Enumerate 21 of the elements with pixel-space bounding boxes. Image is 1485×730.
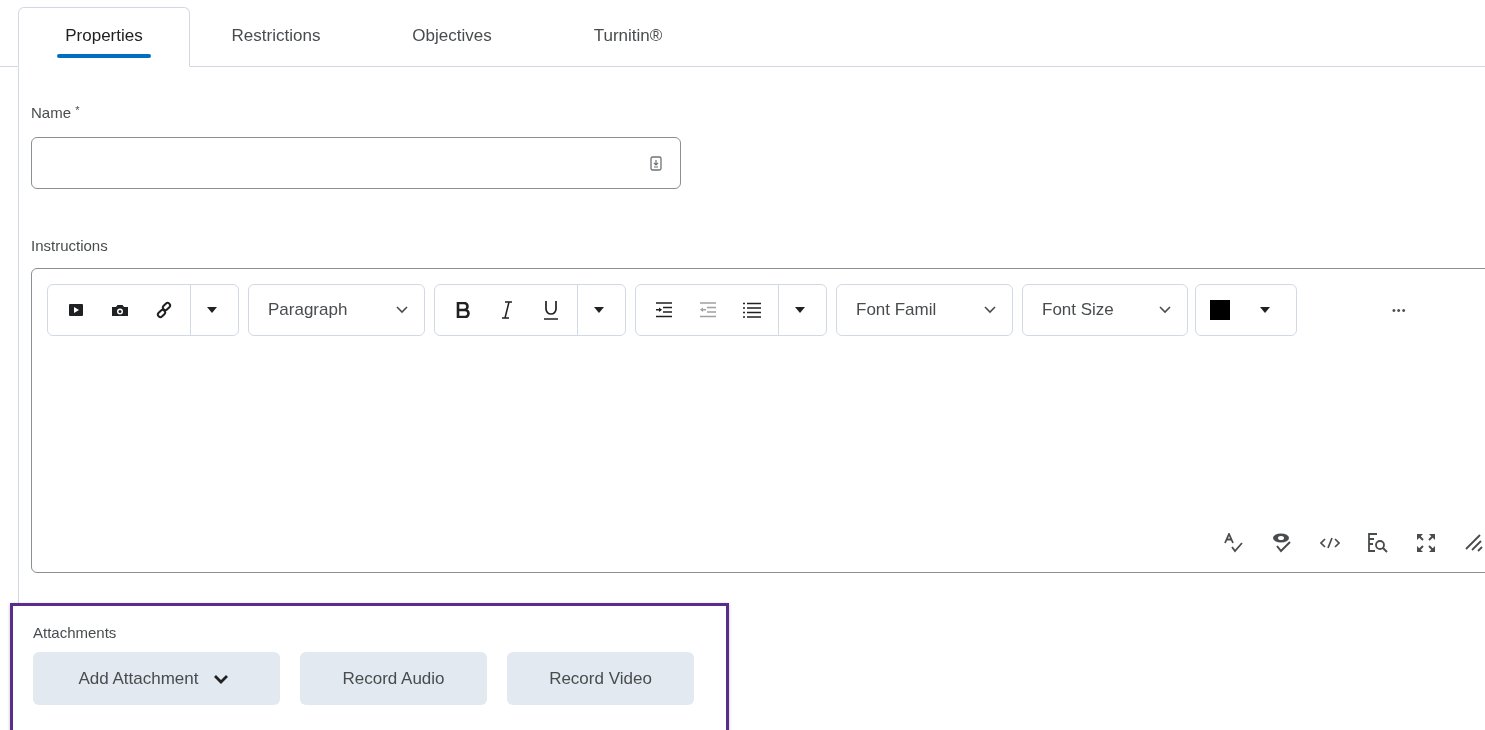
chevron-down-icon bbox=[984, 306, 996, 314]
caret-icon bbox=[1260, 307, 1270, 313]
format-select[interactable]: Paragraph bbox=[248, 284, 425, 336]
menu-button[interactable]: Add Attachment bbox=[33, 652, 280, 705]
field-label: Name * bbox=[31, 104, 81, 123]
color-swatch bbox=[1210, 300, 1230, 320]
name-field[interactable] bbox=[31, 137, 681, 189]
chevron-down-icon bbox=[212, 673, 229, 684]
section-label: Attachments bbox=[33, 624, 118, 643]
field-label: Instructions bbox=[31, 237, 109, 256]
action-button[interactable]: Record Audio bbox=[300, 652, 487, 705]
more-button[interactable]: ••• bbox=[1388, 300, 1411, 320]
document-icon[interactable] bbox=[650, 155, 662, 171]
action-button[interactable]: Record Video bbox=[507, 652, 694, 705]
font-size-select[interactable]: Font Size bbox=[1022, 284, 1188, 336]
font-family-select[interactable]: Font Famil bbox=[836, 284, 1013, 336]
text-editor[interactable]: Paragraph Font Famil Font Size ••• bbox=[31, 268, 1485, 573]
tab[interactable]: Properties bbox=[18, 7, 190, 67]
chevron-down-icon bbox=[396, 306, 408, 314]
font-color-button[interactable] bbox=[1195, 284, 1297, 336]
chevron-down-icon bbox=[1159, 306, 1171, 314]
